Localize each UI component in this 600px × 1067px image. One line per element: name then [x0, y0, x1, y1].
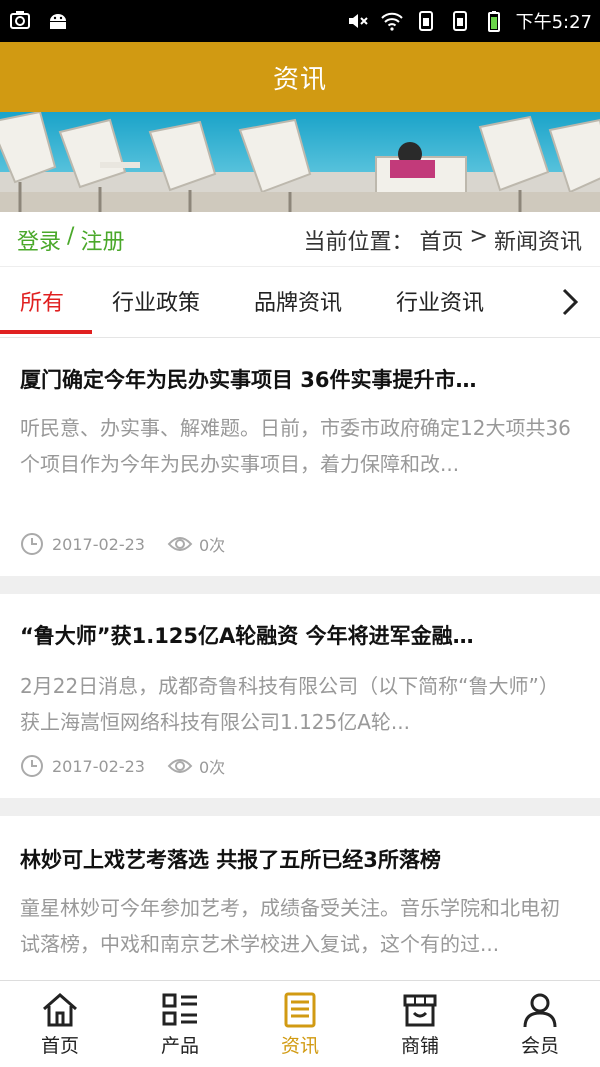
- home-icon: [43, 993, 77, 1027]
- member-icon: [523, 993, 557, 1028]
- news-meta: 2017-02-23 0次: [20, 754, 225, 778]
- banner-image[interactable]: [0, 112, 600, 212]
- nav-shops[interactable]: 商铺: [360, 981, 480, 1067]
- status-time: 下午5:27: [515, 12, 592, 33]
- news-summary: 听民意、办实事、解难题。日前，市委市政府确定12大项共36个项目作为今年为民办实…: [20, 416, 571, 476]
- nav-home[interactable]: 首页: [0, 981, 120, 1067]
- nav-shops-label: 商铺: [400, 1035, 439, 1057]
- account-breadcrumb-bar: 登录 / 注册 当前位置： 首页 > 新闻资讯: [0, 212, 600, 266]
- tabs-scroll-right-button[interactable]: [540, 267, 600, 337]
- nav-member[interactable]: 会员: [480, 981, 600, 1067]
- bottom-navigation: 首页 产品 资讯 商铺 会员: [0, 980, 600, 1067]
- tab-all[interactable]: 所有: [20, 285, 64, 317]
- product-grid-icon: [162, 993, 197, 1026]
- list-gap: [0, 798, 600, 816]
- wifi-icon: [380, 12, 403, 31]
- app-header: 资讯: [0, 42, 600, 112]
- login-link[interactable]: 登录: [17, 224, 61, 256]
- register-link[interactable]: 注册: [80, 224, 124, 256]
- nav-member-label: 会员: [520, 1035, 559, 1057]
- chevron-right-icon: [562, 288, 579, 316]
- news-title[interactable]: 林妙可上戏艺考落选 共报了五所已经3所落榜: [20, 844, 565, 874]
- news-meta: 2017-02-23 0次: [20, 532, 225, 556]
- breadcrumb-arrow: >: [469, 224, 488, 249]
- page-title: 资讯: [272, 64, 327, 95]
- tab-industry-news[interactable]: 行业资讯: [396, 285, 484, 317]
- nav-home-label: 首页: [40, 1035, 79, 1057]
- android-icon: [50, 14, 66, 29]
- battery-icon: [487, 11, 500, 32]
- nav-news[interactable]: 资讯: [240, 981, 360, 1067]
- news-list-item[interactable]: 厦门确定今年为民办实事项目 36件实事提升市… 听民意、办实事、解难题。日前，市…: [0, 338, 600, 576]
- account-separator: /: [67, 224, 75, 249]
- news-view-count: 0次: [198, 758, 226, 777]
- account-links: 登录 / 注册: [17, 224, 124, 256]
- tab-industry-policy[interactable]: 行业政策: [112, 285, 200, 317]
- nav-products-label: 产品: [160, 1035, 199, 1057]
- clock-icon: [21, 755, 43, 777]
- news-summary: 童星林妙可今年参加艺考，成绩备受关注。音乐学院和北电初试落榜，中戏和南京艺术学校…: [20, 896, 560, 956]
- tab-brand-news[interactable]: 品牌资讯: [254, 285, 342, 317]
- nav-news-label: 资讯: [280, 1035, 319, 1057]
- pool-chairs-illustration: [0, 112, 600, 212]
- shop-icon: [403, 994, 437, 1027]
- news-icon: [284, 992, 316, 1028]
- news-views: 0次: [167, 754, 225, 778]
- active-tab-indicator: [0, 330, 92, 334]
- news-views: 0次: [167, 532, 225, 556]
- news-view-count: 0次: [198, 536, 226, 555]
- news-summary: 2月22日消息，成都奇鲁科技有限公司（以下简称“鲁大师”）获上海嵩恒网络科技有限…: [20, 674, 559, 734]
- sim1-icon: [418, 11, 433, 31]
- clock-icon: [21, 533, 43, 555]
- news-list-item[interactable]: “鲁大师”获1.125亿A轮融资 今年将进军金融… 2月22日消息，成都奇鲁科技…: [0, 594, 600, 798]
- eye-icon: [167, 759, 193, 773]
- news-date: 2017-02-23: [52, 534, 145, 554]
- sim2-icon: [452, 11, 467, 31]
- screenshot-icon: [10, 11, 30, 29]
- nav-products[interactable]: 产品: [120, 981, 240, 1067]
- news-title[interactable]: 厦门确定今年为民办实事项目 36件实事提升市…: [20, 364, 565, 394]
- mute-icon: [348, 14, 368, 28]
- eye-icon: [167, 537, 193, 551]
- breadcrumb-current: 新闻资讯: [493, 230, 582, 255]
- news-list-item[interactable]: 林妙可上戏艺考落选 共报了五所已经3所落榜 童星林妙可今年参加艺考，成绩备受关注…: [0, 816, 600, 980]
- category-tabs: 所有 行业政策 品牌资讯 行业资讯: [0, 266, 600, 338]
- news-date: 2017-02-23: [52, 756, 145, 776]
- news-title[interactable]: “鲁大师”获1.125亿A轮融资 今年将进军金融…: [20, 620, 565, 650]
- breadcrumb: 当前位置： 首页 > 新闻资讯: [304, 224, 582, 256]
- breadcrumb-home[interactable]: 首页: [420, 224, 464, 256]
- breadcrumb-prefix: 当前位置：: [303, 230, 414, 255]
- status-bar: 下午5:27: [0, 0, 600, 42]
- list-gap: [0, 576, 600, 594]
